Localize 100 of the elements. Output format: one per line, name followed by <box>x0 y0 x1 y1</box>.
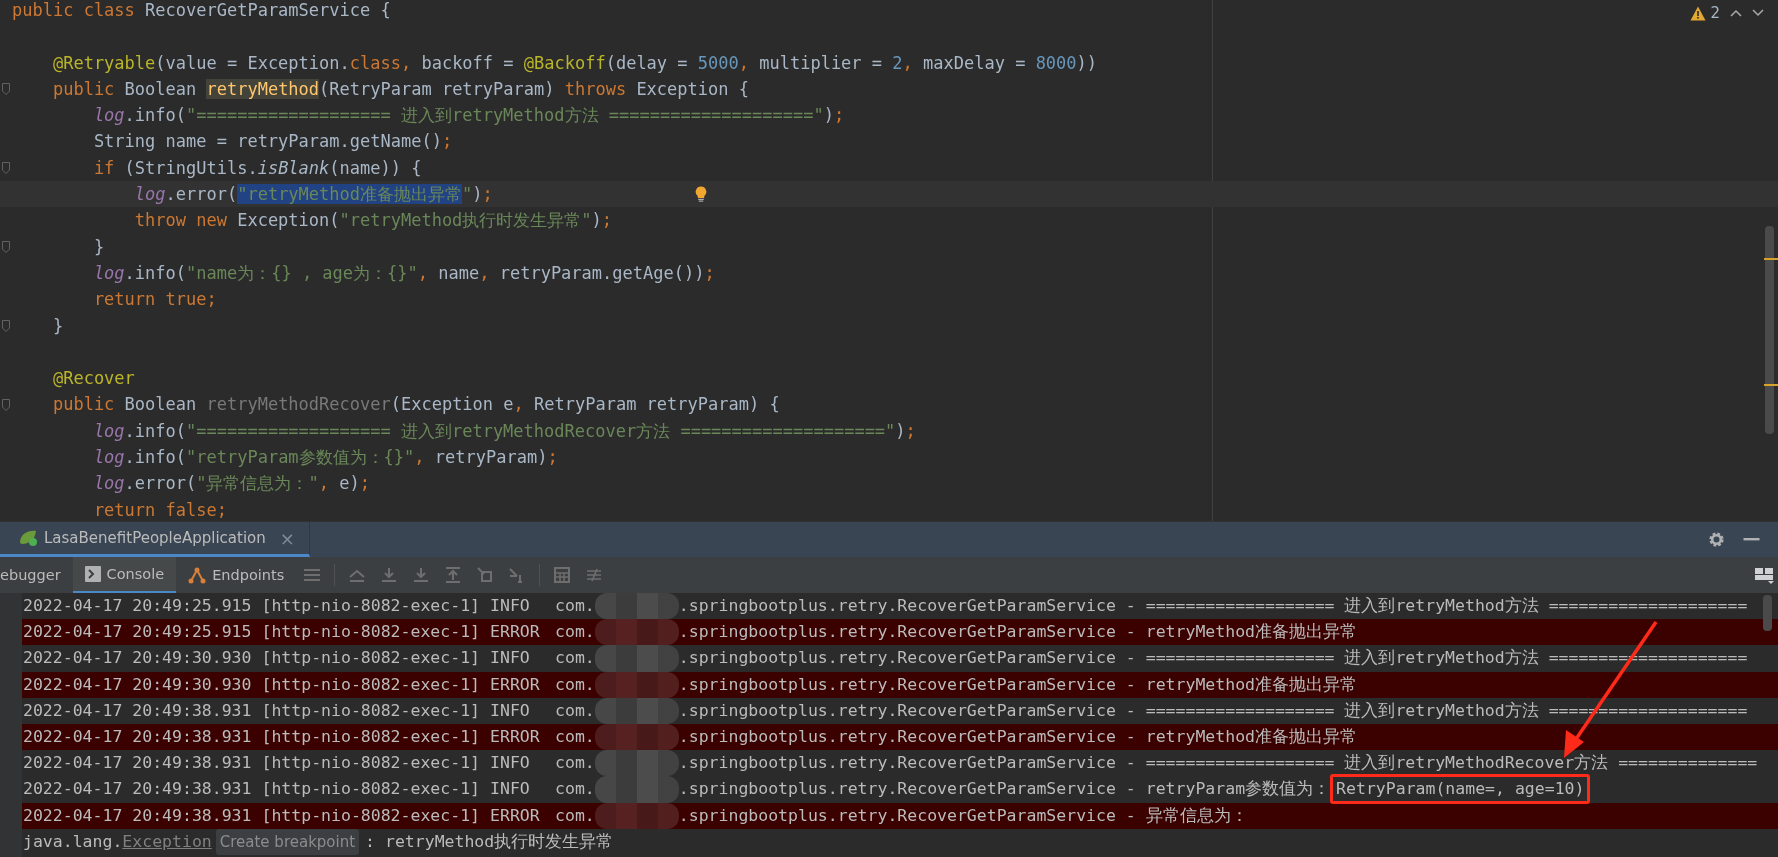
warning-marker[interactable] <box>1764 384 1778 386</box>
code-text: (name)) { <box>329 157 422 178</box>
fold-icon[interactable] <box>2 398 10 411</box>
close-button[interactable]: × <box>279 527 295 549</box>
create-breakpoint-hint[interactable]: Create breakpoint <box>215 828 360 855</box>
logger-name: com. <box>555 725 595 748</box>
code-text: backoff = <box>421 52 515 73</box>
logger-name: .springbootplus.retry.RecoverGetParamService - <box>678 595 1136 617</box>
timestamp: 2022-04-17 20:49:38.931 <box>23 752 252 775</box>
menu-icon[interactable] <box>304 568 321 582</box>
code-text: ) <box>591 210 602 231</box>
toolbar-tab[interactable]: Endpoints <box>176 557 297 593</box>
number-literal: 2 <box>892 52 903 73</box>
log-level: INFO <box>490 595 531 617</box>
download-icon[interactable] <box>413 567 430 583</box>
timestamp: 2022-04-17 20:49:38.931 <box>23 725 252 748</box>
minimize-icon[interactable] <box>1743 537 1760 542</box>
warning-count: 2 <box>1710 4 1720 22</box>
log-message: retryParam参数值为： <box>1145 778 1331 801</box>
timestamp: 2022-04-17 20:49:38.931 <box>23 778 252 801</box>
keyword: , <box>513 394 525 415</box>
keyword: ; <box>905 420 916 441</box>
code-text: .info( <box>124 447 186 468</box>
fold-icon[interactable] <box>2 240 10 253</box>
code-text: ) <box>895 420 906 441</box>
code-text: ) <box>472 184 483 205</box>
warning-marker[interactable] <box>1764 258 1778 260</box>
exception-prefix: java.lang. <box>23 830 123 853</box>
exception-link[interactable]: Exception <box>122 828 212 855</box>
thread-name: [http-nio-8082-exec-1] <box>261 621 481 644</box>
log-level: INFO <box>490 778 531 801</box>
keyword: ; <box>359 473 370 494</box>
log-level: INFO <box>490 647 531 670</box>
code-text: .info( <box>124 262 186 283</box>
fold-icon[interactable] <box>2 161 10 174</box>
string-literal: "retryMethod执行时发生异常" <box>339 210 592 231</box>
settings-icon[interactable] <box>1708 531 1725 548</box>
scrollbar[interactable] <box>1763 595 1772 631</box>
keyword: public <box>51 394 116 415</box>
keyword: class, <box>349 52 413 73</box>
thread-name: [http-nio-8082-exec-1] <box>261 804 481 827</box>
previous-icon[interactable] <box>1730 9 1742 17</box>
fold-icon[interactable] <box>2 319 10 332</box>
code-editor[interactable] <box>0 0 1778 521</box>
field-name: log <box>92 262 125 283</box>
upload-icon[interactable] <box>445 567 462 583</box>
keyword: , <box>414 447 426 468</box>
logger-name: .springbootplus.retry.RecoverGetParamService - <box>678 752 1136 775</box>
toolbar-tab[interactable]: ebugger <box>0 557 73 593</box>
keyword: public class <box>12 0 136 20</box>
code-text: String name = retryParam.getName() <box>92 131 442 152</box>
code-text: Exception( <box>237 210 340 231</box>
thread-name: [http-nio-8082-exec-1] <box>261 752 481 775</box>
keyword: ; <box>547 447 558 468</box>
keyword: , <box>902 52 914 73</box>
thread-name: [http-nio-8082-exec-1] <box>261 647 481 670</box>
code-text: (StringUtils. <box>124 157 258 178</box>
number-literal: 8000 <box>1035 52 1077 73</box>
selected-text: "retryMethod准备抛出异常 <box>237 184 462 205</box>
next-icon[interactable] <box>1752 9 1764 17</box>
keyword: ; <box>704 262 715 283</box>
code-text: retryParam) <box>434 447 548 468</box>
thread-name: [http-nio-8082-exec-1] <box>261 725 481 748</box>
annotation: @Backoff <box>523 52 606 73</box>
code-text: name <box>438 262 480 283</box>
restore-icon[interactable] <box>477 567 494 583</box>
fold-icon[interactable] <box>2 83 10 96</box>
string-literal: "name为：{} , age为：{}" <box>186 262 418 283</box>
keyword: , <box>417 262 430 283</box>
timestamp: 2022-04-17 20:49:38.931 <box>23 699 252 722</box>
field-name: log <box>92 473 125 494</box>
logger-name: com. <box>555 621 595 644</box>
download-icon[interactable] <box>381 567 398 583</box>
lightbulb-icon[interactable] <box>695 186 707 203</box>
field-name: log <box>133 184 166 205</box>
keyword: ; <box>601 210 613 231</box>
code-text: (value = Exception. <box>155 52 350 73</box>
log-level: INFO <box>490 752 531 775</box>
log-message: =================== 进入到retryMethod方法 ==================== <box>1145 595 1748 617</box>
log-message: 异常信息为： <box>1145 804 1248 827</box>
string-literal: "=================== 进入到retryMethod方法 ====================" <box>186 105 824 126</box>
code-text: RecoverGetParamService { <box>145 0 391 20</box>
scroll-up-icon[interactable] <box>349 567 366 583</box>
toolbar-tab[interactable]: Console <box>72 557 177 593</box>
code-text: retryParam.getAge()) <box>499 262 705 283</box>
code-text: (delay = <box>605 52 689 73</box>
code-text: multiplier = <box>759 52 884 73</box>
warning-icon[interactable] <box>1690 5 1707 21</box>
code-text: Boolean <box>124 78 198 99</box>
keyword: return false; <box>92 499 227 520</box>
exception-message: : retryMethod执行时发生异常 <box>365 830 614 853</box>
keyword: throws <box>564 78 628 99</box>
string-literal: "=================== 进入到retryMethodRecover方法 ====================" <box>186 420 896 441</box>
logger-name: com. <box>555 778 595 801</box>
grid-icon[interactable] <box>554 567 571 583</box>
code-text: (Exception e <box>390 394 514 415</box>
layout-icon[interactable] <box>1754 566 1774 584</box>
filter-icon[interactable] <box>586 567 603 583</box>
log-level: ERROR <box>490 621 541 644</box>
string-literal: "retryParam参数值为：{}" <box>186 447 415 468</box>
